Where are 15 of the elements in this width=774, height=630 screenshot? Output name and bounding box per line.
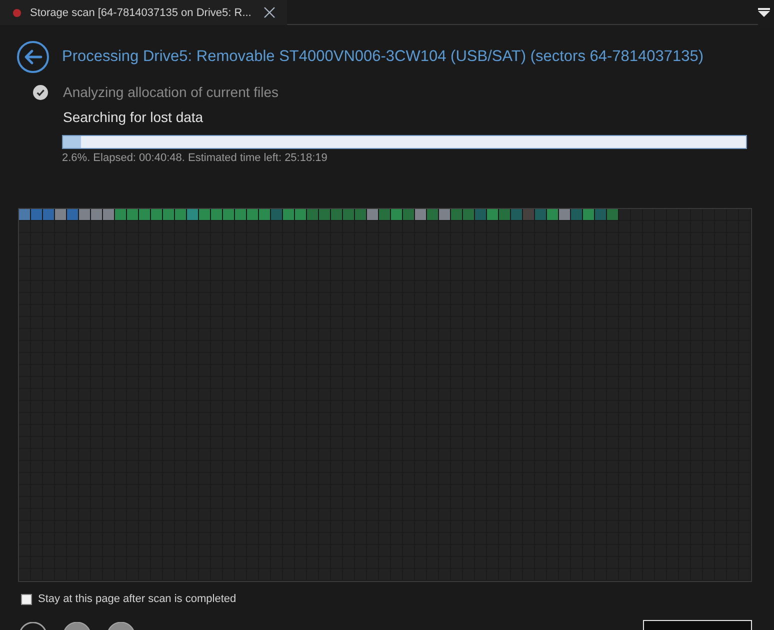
close-tab-button[interactable] [264,7,276,18]
step-label: Searching for lost data [63,108,204,126]
close-icon [264,7,276,18]
document-tab[interactable]: Storage scan [64-7814037135 on Drive5: R... [0,0,288,25]
tab-list-button[interactable] [758,8,770,17]
progress-status: 2.6%. Elapsed: 00:40:48. Estimated time left: 25:18:19 [62,151,328,165]
check-circle-icon [33,84,48,100]
action-button[interactable] [643,620,752,630]
status-dot-icon [13,8,21,16]
step-label: Analyzing allocation of current files [63,83,279,101]
checkbox-label: Stay at this page after scan is completed [38,593,236,605]
stay-checkbox[interactable] [21,594,32,604]
back-button[interactable] [17,41,49,73]
dropdown-icon [758,8,770,17]
page-title: Processing Drive5: Removable ST4000VN006-3CW104 (USB/SAT) (sectors 64-7814037135) [62,48,704,66]
